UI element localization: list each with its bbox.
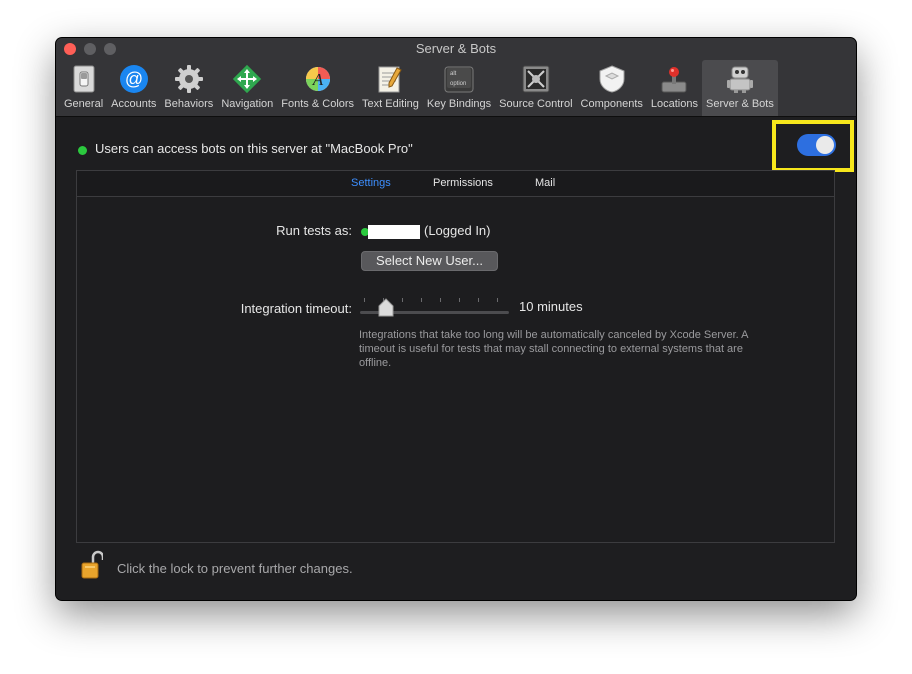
- general-switch-icon: [69, 64, 99, 94]
- robot-icon: [725, 64, 755, 94]
- toolbar-item-label: General: [64, 98, 104, 110]
- shield-box-icon: [597, 64, 627, 94]
- toolbar-item-label: Text Editing: [362, 98, 419, 110]
- toggle-knob: [816, 136, 834, 154]
- slider-tick: [497, 298, 498, 302]
- toolbar-item-label: Accounts: [111, 98, 157, 110]
- svg-text:option: option: [450, 81, 466, 87]
- toolbar-item-fonts-colors[interactable]: A Fonts & Colors: [277, 60, 358, 116]
- titlebar: Server & Bots General @ Accounts Behavio…: [56, 38, 856, 117]
- gear-icon: [174, 64, 204, 94]
- svg-text:@: @: [125, 69, 143, 89]
- preferences-toolbar: General @ Accounts Behaviors Navigation: [60, 60, 778, 116]
- slider-tick: [402, 298, 403, 302]
- timeout-value: 10 minutes: [519, 299, 583, 314]
- toolbar-item-server-bots[interactable]: Server & Bots: [701, 60, 778, 116]
- select-new-user-button[interactable]: Select New User...: [361, 251, 498, 271]
- source-control-icon: [521, 64, 551, 94]
- toolbar-item-components[interactable]: Components: [577, 60, 647, 116]
- timeout-help-text: Integrations that take too long will be …: [359, 329, 748, 369]
- server-status-indicator: [78, 146, 87, 155]
- svg-text:A: A: [311, 70, 323, 89]
- toolbar-item-general[interactable]: General: [60, 60, 107, 116]
- tab-mail[interactable]: Mail: [535, 177, 555, 189]
- tab-bar: Settings Permissions Mail: [77, 171, 834, 197]
- toolbar-item-navigation[interactable]: Navigation: [217, 60, 277, 116]
- tab-permissions[interactable]: Permissions: [433, 177, 493, 189]
- toolbar-item-label: Components: [580, 98, 643, 110]
- toolbar-item-accounts[interactable]: @ Accounts: [107, 60, 160, 116]
- toolbar-item-key-bindings[interactable]: alt option Key Bindings: [423, 60, 495, 116]
- toolbar-item-behaviors[interactable]: Behaviors: [160, 60, 217, 116]
- toolbar-item-label: Fonts & Colors: [281, 98, 355, 110]
- toolbar-item-label: Navigation: [221, 98, 274, 110]
- toolbar-item-label: Server & Bots: [705, 98, 774, 110]
- toolbar-item-label: Key Bindings: [426, 98, 492, 110]
- toolbar-item-locations[interactable]: Locations: [647, 60, 702, 116]
- slider-tick: [421, 298, 422, 302]
- notepad-pencil-icon: [375, 64, 405, 94]
- slider-thumb[interactable]: [378, 298, 394, 318]
- slider-tick: [459, 298, 460, 302]
- option-key-icon: alt option: [444, 64, 474, 94]
- lock-hint-text: Click the lock to prevent further change…: [117, 561, 353, 576]
- slider-tick: [478, 298, 479, 302]
- server-status-text: Users can access bots on this server at …: [95, 141, 413, 156]
- user-login-state: (Logged In): [424, 223, 491, 238]
- at-sign-icon: @: [119, 64, 149, 94]
- window-title: Server & Bots: [415, 41, 497, 56]
- settings-panel: Settings Permissions Mail Run tests as: …: [76, 170, 835, 543]
- slider-tick: [440, 298, 441, 302]
- toolbar-item-source-control[interactable]: Source Control: [495, 60, 576, 116]
- run-tests-label: Run tests as:: [276, 223, 352, 238]
- unlocked-padlock-icon[interactable]: [81, 550, 103, 580]
- svg-text:alt: alt: [450, 71, 457, 77]
- preferences-window: Server & Bots General @ Accounts Behavio…: [56, 38, 856, 600]
- server-enable-toggle[interactable]: [797, 134, 836, 156]
- toolbar-item-label: Behaviors: [164, 98, 214, 110]
- redacted-username: [368, 225, 420, 239]
- tab-settings[interactable]: Settings: [351, 177, 391, 189]
- slider-tick: [364, 298, 365, 302]
- navigation-arrows-icon: [232, 64, 262, 94]
- toolbar-item-text-editing[interactable]: Text Editing: [358, 60, 423, 116]
- integration-timeout-label: Integration timeout:: [240, 301, 352, 316]
- color-font-icon: A: [303, 64, 333, 94]
- joystick-icon: [659, 64, 689, 94]
- server-bots-pane: Users can access bots on this server at …: [56, 117, 856, 600]
- toolbar-item-label: Source Control: [499, 98, 573, 110]
- toolbar-item-label: Locations: [650, 98, 698, 110]
